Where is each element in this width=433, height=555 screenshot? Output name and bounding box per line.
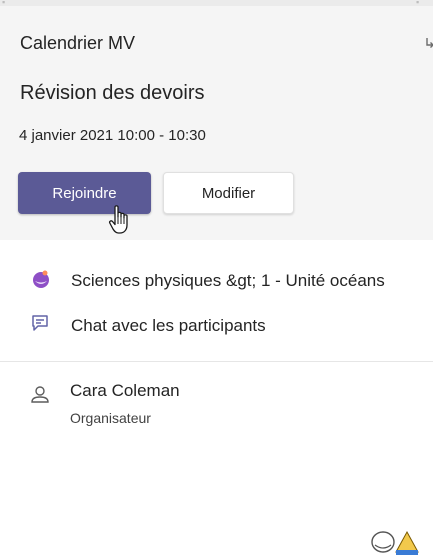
channel-team-icon: [33, 270, 49, 288]
edit-button[interactable]: Modifier: [163, 172, 294, 214]
chat-bubble-icon: [32, 315, 48, 331]
meeting-title: Révision des devoirs: [20, 82, 205, 104]
channel-row[interactable]: Sciences physiques &gt; 1 - Unité océans: [0, 264, 433, 555]
corner-arrow-icon[interactable]: [424, 36, 433, 48]
chat-row[interactable]: Chat avec les participants: [0, 308, 433, 340]
emoji-icon: [371, 530, 419, 555]
meeting-header: ▪ ▪ Calendrier MV Révision des devoirs 4 …: [0, 0, 433, 240]
hand-cursor-icon: [108, 205, 128, 234]
organizer-person-icon: [31, 386, 49, 403]
scrolled-content-edge: ▪ ▪: [0, 0, 433, 7]
organizer-role: Organisateur: [70, 410, 151, 426]
channel-label: Sciences physiques &gt; 1 - Unité océans: [71, 271, 385, 290]
organizer-name[interactable]: Cara Coleman: [70, 381, 180, 401]
divider: [0, 361, 433, 362]
chat-label: Chat avec les participants: [71, 316, 266, 335]
meeting-datetime: 4 janvier 2021 10:00 - 10:30: [19, 127, 206, 144]
calendar-name: Calendrier MV: [20, 33, 136, 53]
